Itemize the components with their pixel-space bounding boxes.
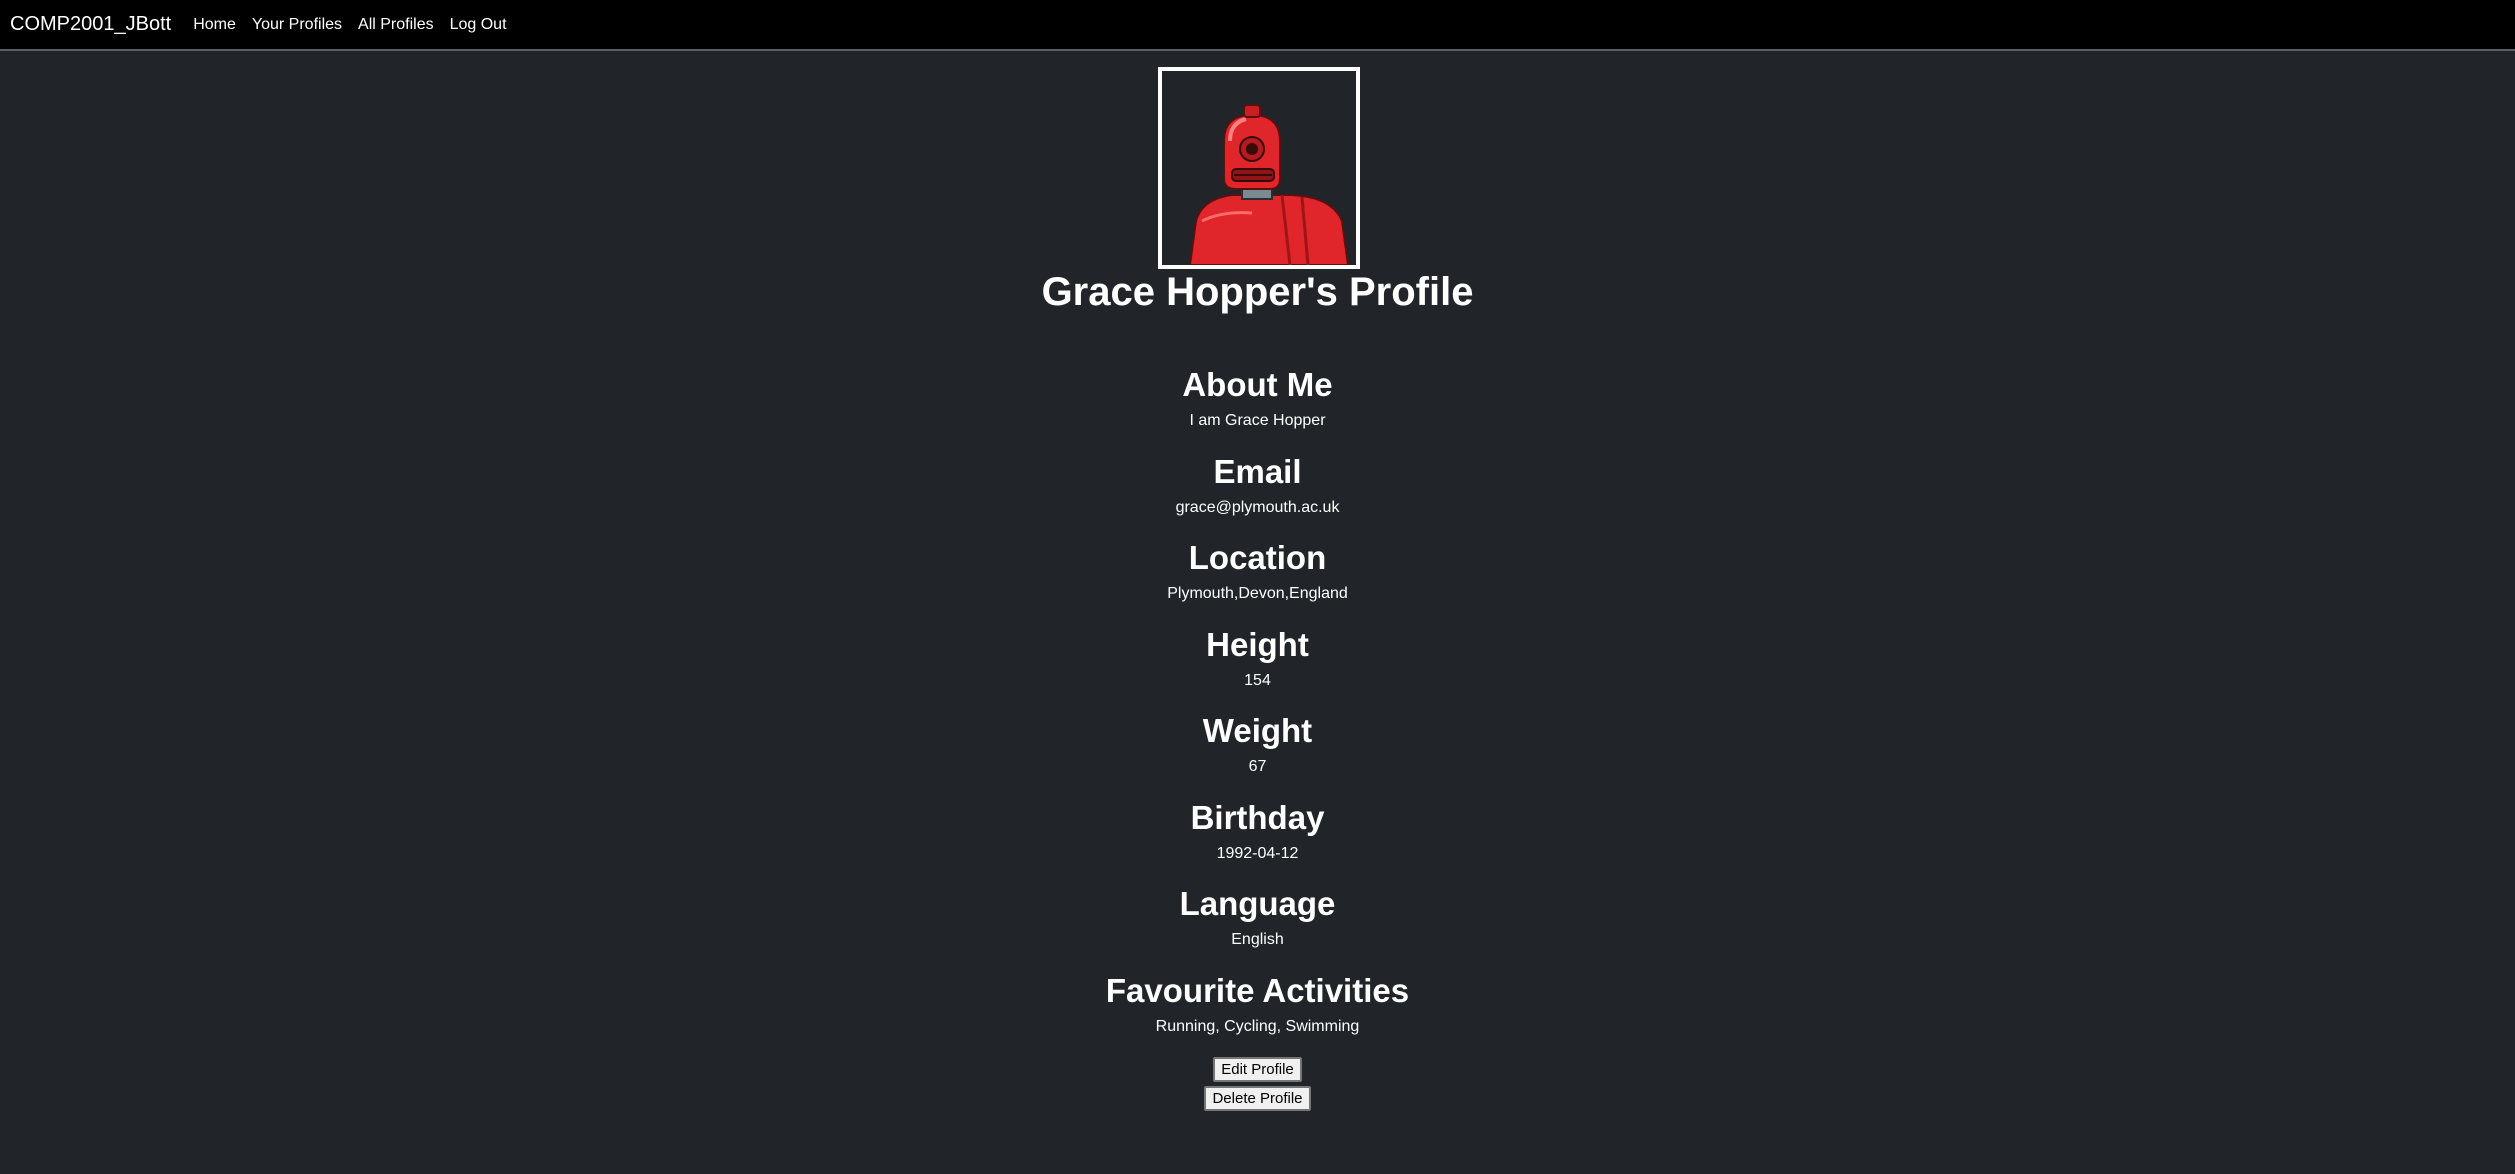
section-heading: About Me (1182, 366, 1333, 403)
about-me-section: About Me I am Grace Hopper (0, 360, 2515, 447)
section-value: 154 (1244, 671, 1271, 689)
nav-all-profiles-link[interactable]: All Profiles (358, 16, 434, 34)
email-section: Email grace@plymouth.ac.uk (0, 447, 2515, 534)
delete-profile-button[interactable]: Delete Profile (1204, 1086, 1311, 1111)
section-value: 1992-04-12 (1216, 844, 1299, 862)
profile-avatar (1158, 67, 1360, 269)
favourite-activities-section: Favourite Activities Running, Cycling, S… (0, 966, 2515, 1053)
nav-your-profiles-link[interactable]: Your Profiles (252, 16, 342, 34)
nav-home-link[interactable]: Home (193, 16, 236, 34)
profile-details: About Me I am Grace Hopper Email grace@p… (0, 360, 2515, 1052)
top-navbar: COMP2001_JBott Home Your Profiles All Pr… (0, 0, 2515, 51)
section-value: English (1231, 931, 1284, 948)
language-section: Language English (0, 879, 2515, 966)
weight-section: Weight 67 (0, 706, 2515, 793)
section-heading: Location (1188, 539, 1327, 576)
section-heading: Language (1179, 885, 1336, 922)
page-title: Grace Hopper's Profile (1041, 270, 1474, 314)
section-value: grace@plymouth.ac.uk (1175, 498, 1340, 516)
section-value: Plymouth,Devon,England (1167, 585, 1348, 602)
section-heading: Favourite Activities (1105, 971, 1410, 1009)
nav-log-out-link[interactable]: Log Out (450, 16, 507, 34)
profile-actions: Edit Profile Delete Profile (0, 1057, 2515, 1115)
section-heading: Birthday (1190, 798, 1325, 836)
edit-profile-button[interactable]: Edit Profile (1213, 1057, 1302, 1082)
section-value: I am Grace Hopper (1189, 412, 1326, 429)
section-heading: Email (1213, 452, 1302, 490)
section-value: Running, Cycling, Swimming (1155, 1017, 1360, 1035)
section-heading: Height (1206, 625, 1309, 663)
location-section: Location Plymouth,Devon,England (0, 533, 2515, 620)
height-section: Height 154 (0, 620, 2515, 707)
red-robot-avatar-icon (1188, 104, 1350, 265)
section-value: 67 (1248, 758, 1267, 775)
section-heading: Weight (1202, 712, 1313, 749)
birthday-section: Birthday 1992-04-12 (0, 793, 2515, 880)
brand-link[interactable]: COMP2001_JBott (10, 13, 171, 36)
